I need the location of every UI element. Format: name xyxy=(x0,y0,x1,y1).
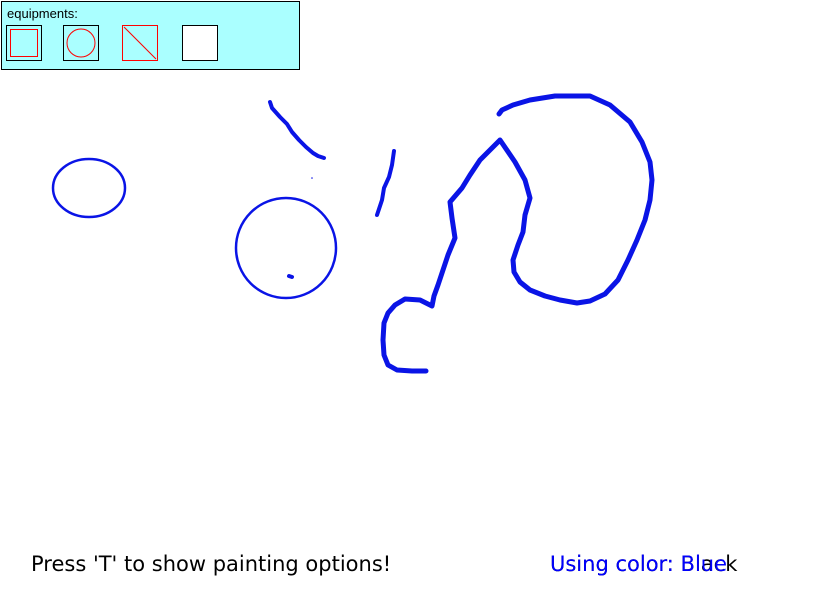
eraser-tool-button[interactable] xyxy=(182,25,218,61)
drawing-canvas[interactable] xyxy=(0,0,820,600)
circle-tool-button[interactable] xyxy=(63,25,99,61)
drawn-dot-stroke xyxy=(287,274,294,279)
rectangle-icon xyxy=(10,29,38,57)
current-color-label: Using color: Blue xyxy=(550,552,728,576)
drawn-ellipse xyxy=(51,157,127,219)
drawn-circle xyxy=(234,196,338,300)
circle-icon xyxy=(66,28,96,58)
drawn-stroke-upper-left xyxy=(268,100,326,160)
line-icon xyxy=(123,26,157,60)
line-tool-button[interactable] xyxy=(122,25,158,61)
painting-options-hint: Press 'T' to show painting options! xyxy=(31,552,392,576)
drawn-tiny-dot xyxy=(311,177,313,179)
toolbox-panel: equipments: xyxy=(1,1,300,70)
toolbox-title: equipments: xyxy=(7,6,78,21)
drawn-stroke-short xyxy=(375,149,396,217)
drawn-stroke-large xyxy=(380,93,655,374)
rectangle-tool-button[interactable] xyxy=(6,25,42,61)
